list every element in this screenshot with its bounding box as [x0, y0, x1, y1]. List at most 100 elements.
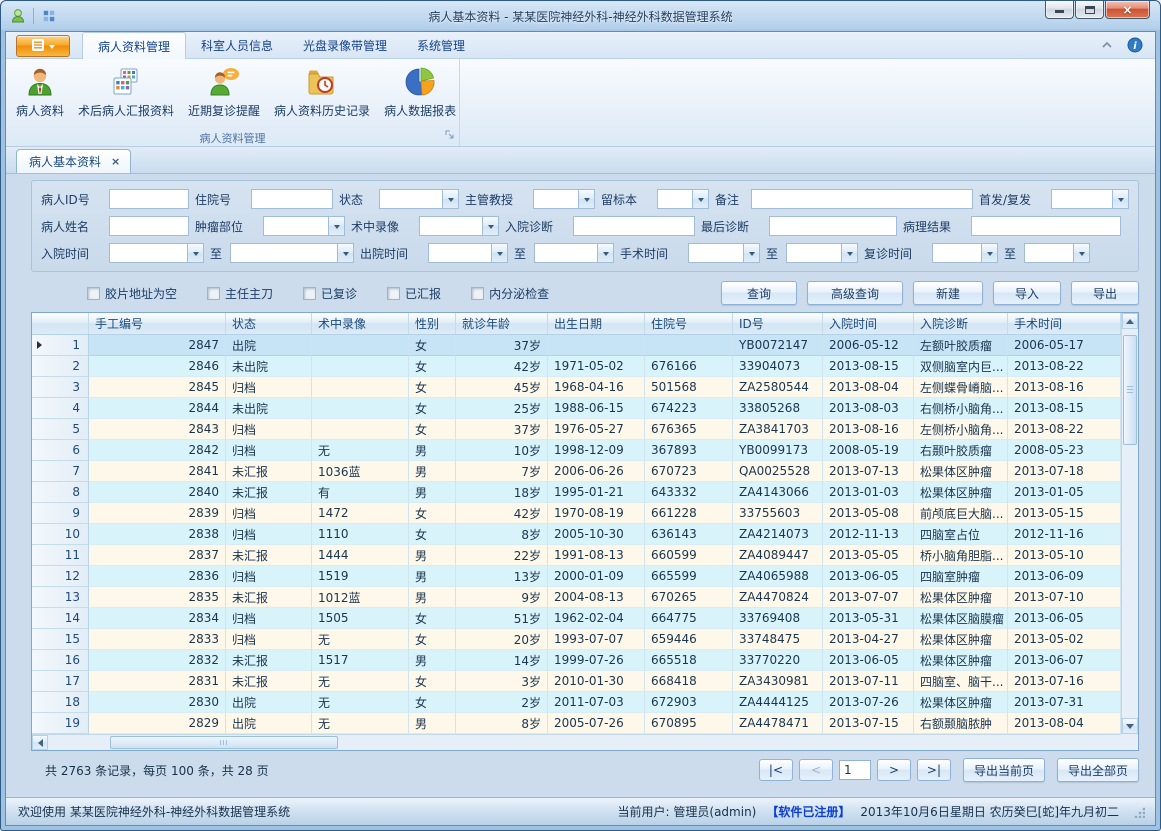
table-row[interactable]: 32845归档女45岁1968-04-16501568ZA25805442013… — [32, 377, 1121, 398]
filter-combo-0-3[interactable] — [533, 189, 595, 209]
table-row[interactable]: 192829出院无男8岁2005-07-26670895ZA4478471201… — [32, 713, 1121, 734]
column-header-10[interactable]: 入院诊断 — [914, 313, 1008, 334]
ribbon-button-3[interactable]: 病人资料历史记录 — [268, 63, 376, 121]
filter-checkbox-0[interactable]: 胶片地址为空 — [87, 285, 177, 302]
ribbon-tab-3[interactable]: 系统管理 — [402, 32, 480, 58]
filter-input-1-3[interactable] — [573, 216, 695, 236]
filter-combo-1-1[interactable] — [263, 216, 345, 236]
page-number-input[interactable] — [839, 760, 871, 780]
table-row[interactable]: 102838归档1110女8岁2005-10-30636143ZA4214073… — [32, 524, 1121, 545]
table-row[interactable]: 142834归档1505女51岁1962-02-0466477533769408… — [32, 608, 1121, 629]
column-header-5[interactable]: 就诊年龄 — [456, 313, 548, 334]
ribbon-button-2[interactable]: 近期复诊提醒 — [182, 63, 266, 121]
next-page-button[interactable]: > — [877, 759, 911, 781]
dropdown-arrow-icon[interactable] — [482, 217, 498, 235]
document-tab[interactable]: 病人基本资料 × — [16, 149, 131, 173]
filter-checkbox-1[interactable]: 主任主刀 — [207, 285, 273, 302]
dropdown-arrow-icon[interactable] — [491, 244, 507, 262]
ribbon-button-4[interactable]: 病人数据报表 — [378, 63, 462, 121]
filter-input-0-0[interactable] — [109, 189, 189, 209]
ribbon-button-1[interactable]: 术后病人汇报资料 — [72, 63, 180, 121]
ribbon-button-0[interactable]: 病人资料 — [10, 63, 70, 121]
export-all-pages-button[interactable]: 导出全部页 — [1057, 758, 1139, 782]
dropdown-arrow-icon[interactable] — [1073, 244, 1089, 262]
checkbox-icon[interactable] — [303, 287, 316, 300]
table-row[interactable]: 42844未出院女25岁1988-06-15674223338052682013… — [32, 398, 1121, 419]
table-row[interactable]: 122836归档1519男13岁2000-01-09665599ZA406598… — [32, 566, 1121, 587]
filter-input-1-5[interactable] — [971, 216, 1121, 236]
table-row[interactable]: 82840未汇报有男18岁1995-01-21643332ZA414306620… — [32, 482, 1121, 503]
action-button-0[interactable]: 查询 — [721, 281, 797, 305]
column-header-9[interactable]: 入院时间 — [823, 313, 914, 334]
scroll-down-button[interactable] — [1122, 718, 1138, 734]
minimize-button[interactable] — [1045, 1, 1074, 19]
quick-access-icon[interactable] — [40, 7, 58, 25]
horizontal-scrollbar[interactable] — [32, 734, 1121, 750]
table-row[interactable]: 132835未汇报1012蓝男9岁2004-08-13670265ZA44708… — [32, 587, 1121, 608]
table-row[interactable]: 152833归档无女20岁1993-07-0765944633748475201… — [32, 629, 1121, 650]
info-icon[interactable]: i — [1127, 37, 1143, 53]
column-header-11[interactable]: 手术时间 — [1008, 313, 1121, 334]
filter-combo-2-7[interactable] — [1024, 243, 1090, 263]
table-row[interactable]: 182830出院无女2岁2011-07-03672903ZA4444125201… — [32, 692, 1121, 713]
ribbon-tab-1[interactable]: 科室人员信息 — [186, 32, 288, 58]
table-row[interactable]: 22846未出院女42岁1971-05-02676166339040732013… — [32, 356, 1121, 377]
filter-input-1-0[interactable] — [109, 216, 189, 236]
column-header-7[interactable]: 住院号 — [645, 313, 733, 334]
filter-combo-1-2[interactable] — [419, 216, 499, 236]
scroll-left-button[interactable] — [32, 735, 48, 750]
filter-input-0-1[interactable] — [251, 189, 333, 209]
filter-combo-0-2[interactable] — [379, 189, 459, 209]
resize-grip[interactable] — [1133, 806, 1145, 818]
maximize-button[interactable] — [1075, 1, 1104, 19]
filter-checkbox-3[interactable]: 已汇报 — [387, 285, 441, 302]
table-row[interactable]: 172831未汇报无女3岁2010-01-30668418ZA343098120… — [32, 671, 1121, 692]
dialog-launcher-icon[interactable] — [445, 129, 455, 143]
column-header-6[interactable]: 出生日期 — [548, 313, 645, 334]
tab-close-icon[interactable]: × — [111, 155, 120, 168]
table-row[interactable]: 92839归档1472女42岁1970-08-19661228337556032… — [32, 503, 1121, 524]
dropdown-arrow-icon[interactable] — [442, 190, 458, 208]
filter-combo-2-4[interactable] — [688, 243, 760, 263]
column-header-3[interactable]: 术中录像 — [312, 313, 409, 334]
vscroll-thumb[interactable] — [1123, 335, 1137, 445]
table-row[interactable]: 112837未汇报1444男22岁1991-08-13660599ZA40894… — [32, 545, 1121, 566]
prev-page-button[interactable]: < — [799, 759, 833, 781]
dropdown-arrow-icon[interactable] — [578, 190, 594, 208]
checkbox-icon[interactable] — [471, 287, 484, 300]
filter-checkbox-4[interactable]: 内分泌检查 — [471, 285, 549, 302]
filter-input-0-5[interactable] — [751, 189, 973, 209]
column-header-1[interactable]: 手工编号 — [89, 313, 226, 334]
table-row[interactable]: 12847出院女37岁YB00721472006-05-12左额叶胶质瘤2006… — [32, 335, 1121, 356]
checkbox-icon[interactable] — [87, 287, 100, 300]
column-header-2[interactable]: 状态 — [226, 313, 312, 334]
table-row[interactable]: 162832未汇报1517男14岁1999-07-266655183377022… — [32, 650, 1121, 671]
table-row[interactable]: 52843归档女37岁1976-05-27676365ZA38417032013… — [32, 419, 1121, 440]
first-page-button[interactable]: |< — [759, 759, 793, 781]
filter-combo-2-5[interactable] — [786, 243, 858, 263]
collapse-ribbon-icon[interactable] — [1101, 41, 1113, 49]
dropdown-arrow-icon[interactable] — [597, 244, 613, 262]
vertical-scrollbar[interactable] — [1121, 313, 1138, 734]
filter-combo-2-0[interactable] — [109, 243, 204, 263]
dropdown-arrow-icon[interactable] — [743, 244, 759, 262]
table-row[interactable]: 72841未汇报1036蓝男7岁2006-06-26670723QA002552… — [32, 461, 1121, 482]
column-header-8[interactable]: ID号 — [733, 313, 823, 334]
dropdown-arrow-icon[interactable] — [328, 217, 344, 235]
filter-input-1-4[interactable] — [769, 216, 897, 236]
dropdown-arrow-icon[interactable] — [337, 244, 353, 262]
filter-combo-2-1[interactable] — [230, 243, 354, 263]
filter-checkbox-2[interactable]: 已复诊 — [303, 285, 357, 302]
checkbox-icon[interactable] — [387, 287, 400, 300]
action-button-2[interactable]: 新建 — [913, 281, 983, 305]
checkbox-icon[interactable] — [207, 287, 220, 300]
filter-combo-0-4[interactable] — [657, 189, 709, 209]
filter-combo-2-3[interactable] — [534, 243, 614, 263]
dropdown-arrow-icon[interactable] — [692, 190, 708, 208]
dropdown-arrow-icon[interactable] — [187, 244, 203, 262]
ribbon-tab-2[interactable]: 光盘录像带管理 — [288, 32, 402, 58]
dropdown-arrow-icon[interactable] — [1112, 190, 1128, 208]
last-page-button[interactable]: >| — [917, 759, 951, 781]
filter-combo-2-6[interactable] — [932, 243, 998, 263]
action-button-4[interactable]: 导出 — [1071, 281, 1139, 305]
